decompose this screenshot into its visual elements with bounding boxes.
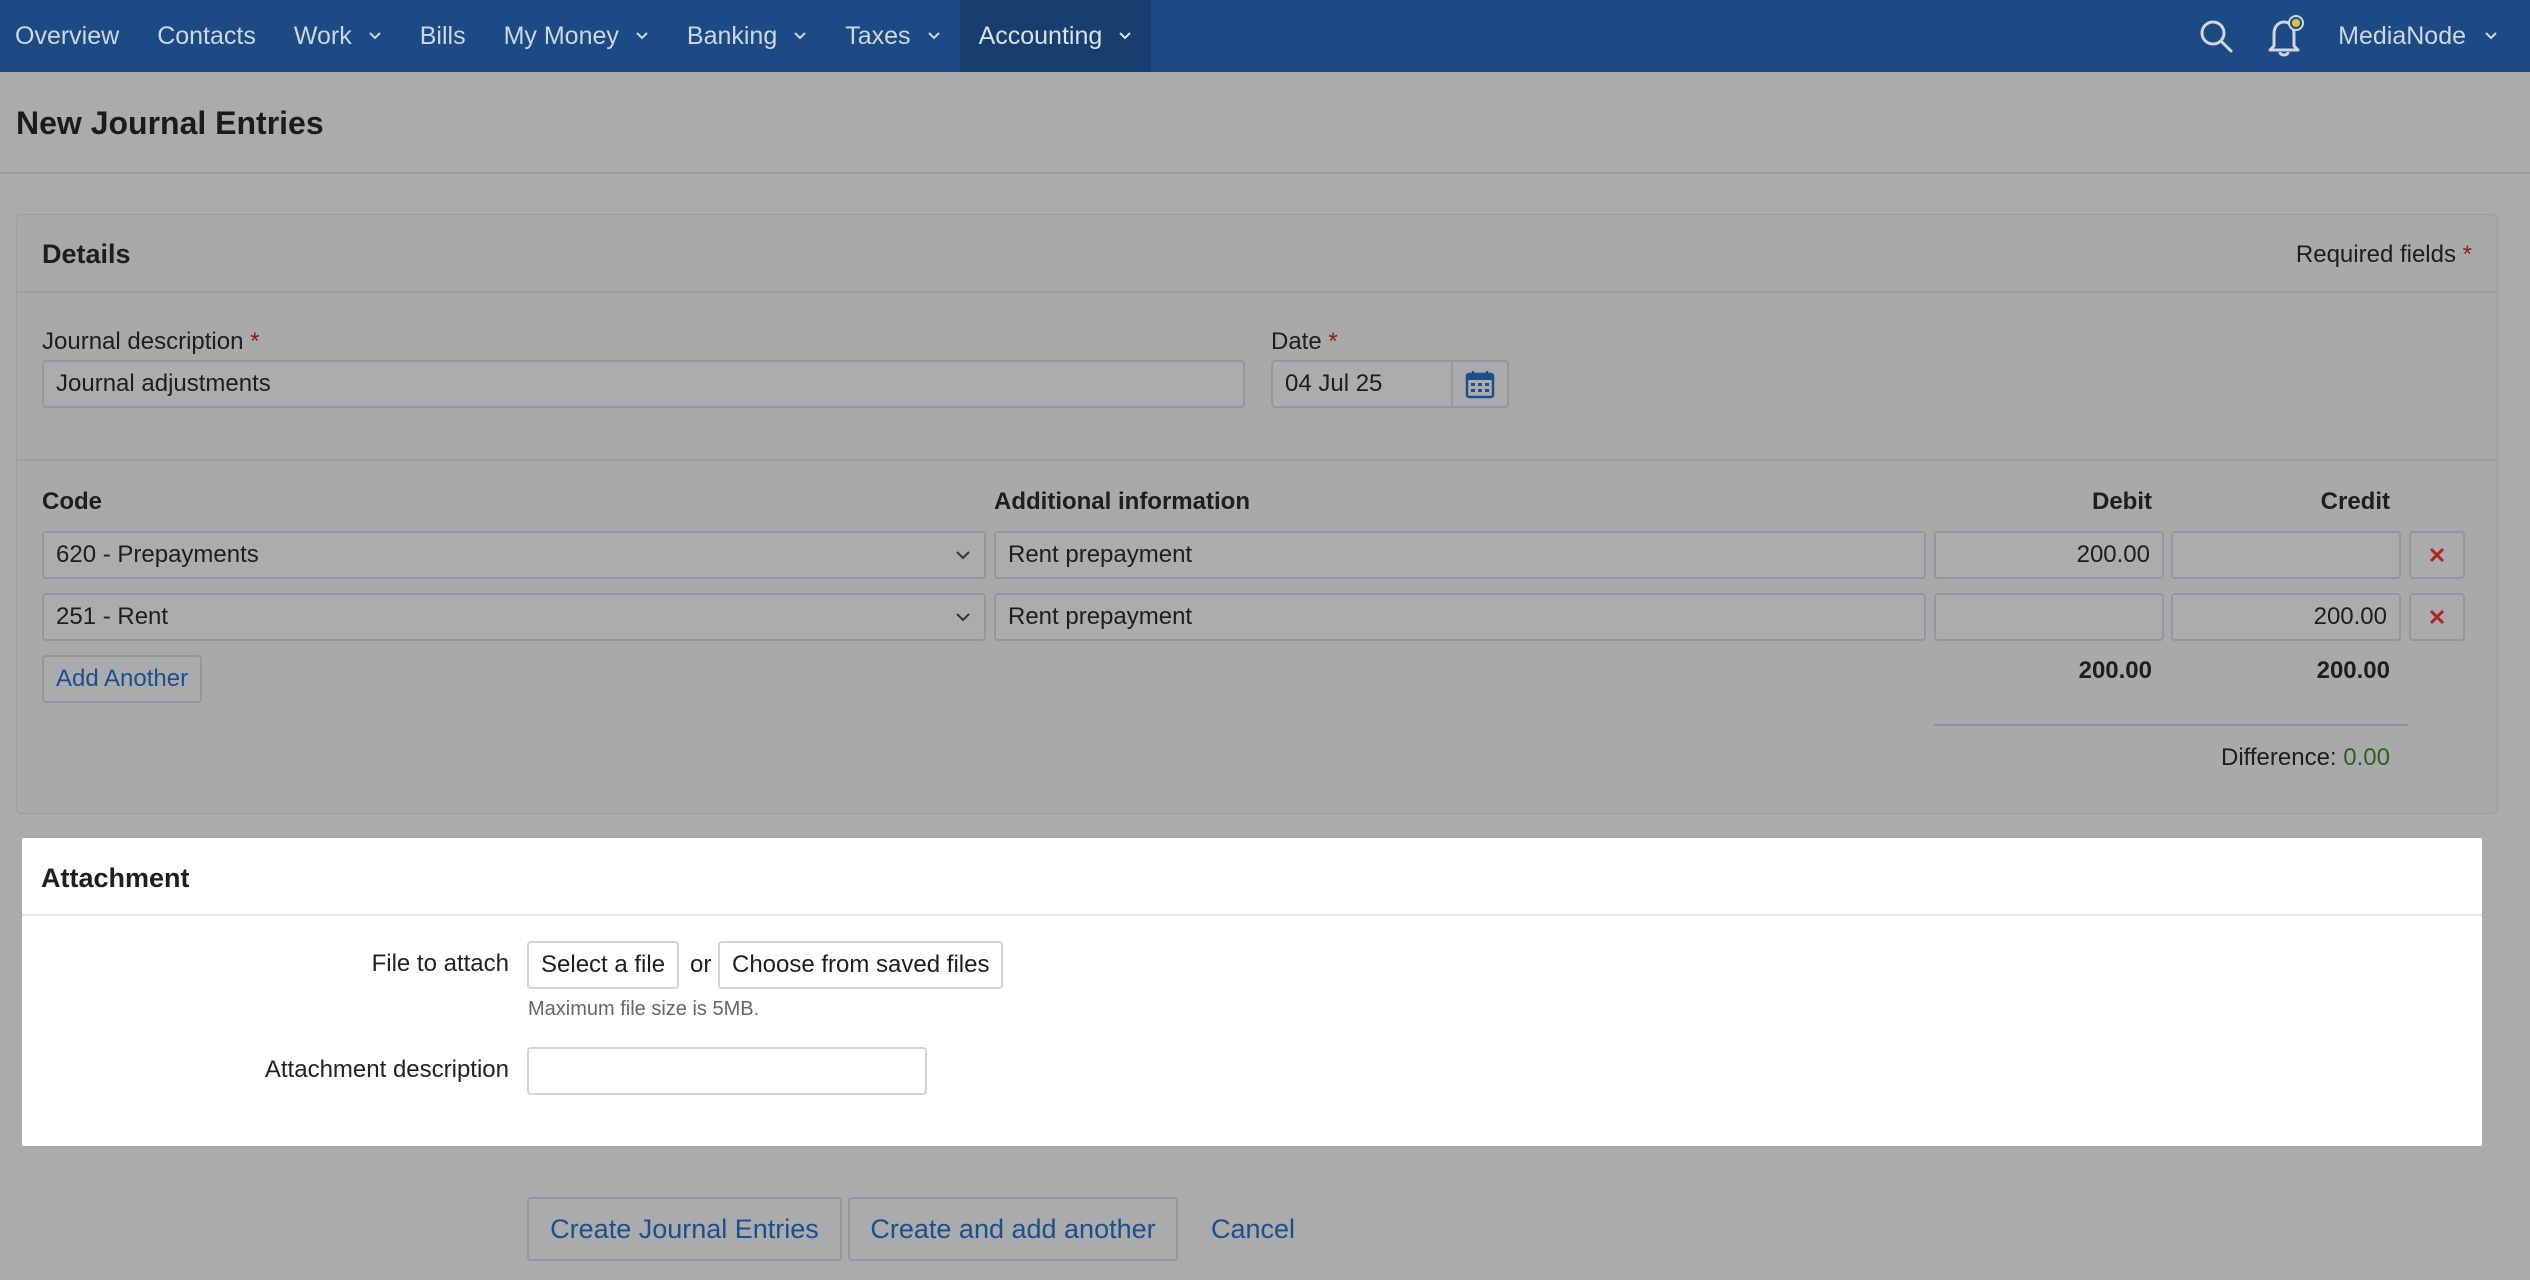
details-title: Details xyxy=(42,239,131,269)
nav-banking[interactable]: Banking xyxy=(668,0,826,72)
notifications-button[interactable] xyxy=(2256,0,2316,72)
debit-input[interactable]: 200.00 xyxy=(1934,531,2164,579)
column-credit: Credit xyxy=(2320,488,2390,515)
nav-bills[interactable]: Bills xyxy=(401,0,485,72)
chevron-down-icon xyxy=(956,613,970,622)
details-header: Details Required fields * xyxy=(17,215,2497,293)
chevron-down-icon xyxy=(794,32,806,40)
additional-info-input[interactable]: Rent prepayment xyxy=(994,531,1926,579)
chevron-down-icon xyxy=(2485,32,2497,40)
additional-info-input[interactable]: Rent prepayment xyxy=(994,593,1926,641)
date-input[interactable]: 04 Jul 25 xyxy=(1271,360,1453,408)
or-text: or xyxy=(690,951,712,978)
calendar-button[interactable] xyxy=(1453,360,1509,408)
required-marker: * xyxy=(2462,241,2472,268)
chevron-down-icon xyxy=(636,32,648,40)
attachment-header: Attachment xyxy=(22,838,2482,916)
credit-value: 200.00 xyxy=(2313,603,2387,630)
chevron-down-icon xyxy=(927,32,940,40)
debit-input[interactable] xyxy=(1934,593,2164,641)
total-debit: 200.00 xyxy=(2078,657,2152,684)
chevron-down-icon xyxy=(1119,32,1131,40)
max-file-size-hint: Maximum file size is 5MB. xyxy=(528,998,760,1020)
attachment-panel: Attachment File to attach Select a file … xyxy=(22,838,2482,1146)
column-additional-info: Additional information xyxy=(994,488,1250,515)
file-to-attach-label: File to attach xyxy=(371,950,509,977)
column-code: Code xyxy=(42,488,102,515)
required-fields-label: Required fields xyxy=(2295,241,2456,268)
delete-line-button[interactable] xyxy=(2409,593,2465,641)
nav-bills-label: Bills xyxy=(419,21,466,50)
attachment-title: Attachment xyxy=(41,863,190,893)
code-select[interactable]: 251 - Rent xyxy=(42,593,986,641)
nav-taxes[interactable]: Taxes xyxy=(826,0,959,72)
nav-right-group: MediaNode xyxy=(2186,0,2530,72)
nav-accounting-label: Accounting xyxy=(978,21,1103,50)
nav-overview-label: Overview xyxy=(15,21,120,50)
totals-divider xyxy=(1934,724,2408,726)
nav-taxes-label: Taxes xyxy=(845,21,911,50)
org-name: MediaNode xyxy=(2338,21,2466,50)
difference-row: Difference: 0.00 xyxy=(2207,744,2390,772)
difference-label: Difference: xyxy=(2220,744,2337,771)
calendar-icon xyxy=(1465,371,1495,399)
nav-my-money[interactable]: My Money xyxy=(485,0,668,72)
add-another-button[interactable]: Add Another xyxy=(42,655,203,703)
date-label: Date * xyxy=(1271,328,1338,356)
nav-contacts-label: Contacts xyxy=(157,21,256,50)
notification-bell-icon xyxy=(2268,15,2305,57)
required-marker: * xyxy=(1328,328,1338,355)
journal-description-label: Journal description * xyxy=(42,328,259,356)
nav-work-label: Work xyxy=(293,21,352,50)
close-icon xyxy=(2429,609,2445,625)
chevron-down-icon xyxy=(956,551,970,560)
delete-line-button[interactable] xyxy=(2409,531,2465,579)
create-and-add-another-button[interactable]: Create and add another xyxy=(848,1197,1178,1261)
total-credit: 200.00 xyxy=(2316,657,2390,684)
required-marker: * xyxy=(250,328,260,355)
code-select-value: 620 - Prepayments xyxy=(56,541,259,568)
page-header: New Journal Entries xyxy=(0,72,2530,174)
debit-value: 200.00 xyxy=(2076,541,2150,568)
journal-description-input[interactable]: Journal adjustments xyxy=(42,360,1245,408)
nav-accounting[interactable]: Accounting xyxy=(959,0,1152,72)
date-label-text: Date xyxy=(1271,328,1322,355)
date-value: 04 Jul 25 xyxy=(1285,370,1383,397)
attachment-description-label: Attachment description xyxy=(264,1056,509,1083)
nav-my-money-label: My Money xyxy=(503,21,619,50)
code-select-value: 251 - Rent xyxy=(56,603,169,630)
select-file-button[interactable]: Select a file xyxy=(527,941,680,989)
attachment-description-input[interactable] xyxy=(527,1047,927,1095)
org-switcher[interactable]: MediaNode xyxy=(2316,22,2530,51)
nav-contacts[interactable]: Contacts xyxy=(138,0,275,72)
search-button[interactable] xyxy=(2186,0,2246,72)
details-divider xyxy=(17,459,2497,461)
code-select[interactable]: 620 - Prepayments xyxy=(42,531,986,579)
create-journal-entries-button[interactable]: Create Journal Entries xyxy=(527,1197,842,1261)
nav-banking-label: Banking xyxy=(686,21,778,50)
chevron-down-icon xyxy=(369,32,381,40)
additional-info-value: Rent prepayment xyxy=(1008,603,1193,630)
additional-info-value: Rent prepayment xyxy=(1008,541,1193,568)
cancel-link[interactable]: Cancel xyxy=(1211,1214,1295,1245)
credit-input[interactable] xyxy=(2171,531,2401,579)
choose-saved-files-button[interactable]: Choose from saved files xyxy=(718,941,1004,989)
nav-work[interactable]: Work xyxy=(275,0,401,72)
difference-value: 0.00 xyxy=(2343,744,2390,771)
credit-input[interactable]: 200.00 xyxy=(2171,593,2401,641)
top-navigation: Overview Contacts Work Bills My Money Ba… xyxy=(0,0,2530,72)
journal-description-label-text: Journal description xyxy=(42,328,244,355)
search-icon xyxy=(2200,20,2233,53)
nav-overview[interactable]: Overview xyxy=(0,0,138,72)
page-title: New Journal Entries xyxy=(16,105,324,141)
journal-description-value: Journal adjustments xyxy=(56,370,271,397)
required-fields-note: Required fields * xyxy=(2296,241,2472,269)
details-panel: Details Required fields * Journal descri… xyxy=(16,214,2498,814)
column-debit: Debit xyxy=(2092,488,2152,515)
close-icon xyxy=(2429,547,2445,563)
